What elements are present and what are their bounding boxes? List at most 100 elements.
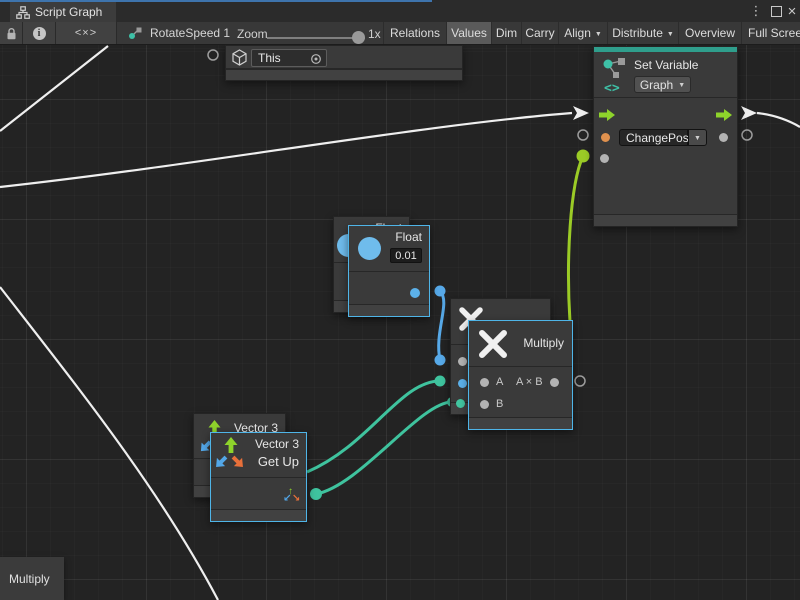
chevron-down-icon: ▼ (694, 135, 701, 142)
info-icon: i (33, 27, 46, 40)
object-picker-icon[interactable] (310, 53, 322, 65)
node-vector3-get-up[interactable]: Vector 3 Get Up ↑ ↙ ↘ (210, 432, 307, 522)
graph-canvas[interactable]: This <> (0, 45, 800, 600)
variable-name-port[interactable] (601, 133, 610, 142)
button-label: Distribute (612, 26, 663, 40)
info-button[interactable]: i (23, 22, 56, 44)
node-title: Float (395, 230, 422, 244)
port-outline-setvariable-right[interactable] (742, 130, 752, 140)
multiply-back-port-out[interactable] (456, 399, 465, 408)
graph-toolbar: i <×> RotateSpeed 1 Zoom 1x Relations Va… (0, 22, 800, 45)
port-outline-setvariable-left[interactable] (578, 130, 588, 140)
button-label: Full Screen (748, 26, 800, 40)
float-output-port[interactable] (410, 288, 420, 298)
port-label-a: A (496, 376, 503, 388)
port-label-b: B (496, 398, 503, 410)
zoom-slider-handle[interactable] (352, 31, 365, 44)
wire-white-offscreen-top (0, 46, 108, 131)
button-label: Relations (390, 26, 440, 40)
toolbar-button-values[interactable]: Values (446, 22, 491, 44)
wire-endpoint-teal[interactable] (310, 488, 322, 500)
button-label: Dim (496, 26, 517, 40)
chevron-down-icon: ▼ (595, 31, 602, 38)
wire-endpoint-blue[interactable] (435, 286, 446, 297)
multiply-icon (476, 327, 510, 361)
wire-white-out-right (757, 113, 800, 127)
toolbar-button-dim[interactable]: Dim (491, 22, 521, 44)
window-close-icon[interactable]: × (784, 0, 800, 22)
lock-icon (6, 27, 17, 40)
svg-text:<>: <> (604, 81, 620, 94)
toolbar-button-align[interactable]: Align ▼ (558, 22, 607, 44)
variable-name-value: ChangePos (626, 131, 689, 145)
button-label: Carry (525, 26, 554, 40)
graph-name: RotateSpeed 1 (150, 26, 230, 40)
toolbar-button-fullscreen[interactable]: Full Screen (741, 22, 800, 44)
node-multiply[interactable]: Multiply A A × B B (468, 320, 573, 430)
chevron-down-icon: ▼ (667, 31, 674, 38)
tab-label: Script Graph (35, 5, 102, 19)
multiply-back-port-b[interactable] (458, 379, 467, 388)
multiply-input-a-port[interactable] (480, 378, 489, 387)
mini-downleft-arrow: ↙ (283, 494, 291, 504)
wire-arrow-out-of-set-variable (741, 106, 757, 120)
float-value-field[interactable]: 0.01 (390, 248, 422, 263)
toolbar-button-carry[interactable]: Carry (521, 22, 558, 44)
unity-script-graph-window: Script Graph ⋮ × i <×> RotateSpeed 1 (0, 0, 800, 600)
node-title: Set Variable (634, 58, 698, 72)
node-multiply-corner[interactable]: Multiply (0, 557, 64, 600)
wire-arrow-into-set-variable (573, 106, 589, 120)
lock-button[interactable] (0, 22, 23, 44)
variable-scope-dropdown[interactable]: Graph ▼ (634, 76, 691, 93)
set-variable-icon: <> (601, 56, 629, 94)
window-maximize-icon[interactable] (768, 0, 784, 22)
button-label: Align (564, 26, 591, 40)
wire-white-into-set-variable (0, 113, 572, 187)
wire-endpoint-blue[interactable] (435, 355, 446, 366)
variable-name-field[interactable]: ChangePos (619, 129, 688, 146)
zoom-label: Zoom (237, 27, 268, 41)
multiply-back-port-a[interactable] (458, 357, 467, 366)
chevron-down-icon: ▼ (678, 82, 685, 89)
corner-node-label: Multiply (9, 572, 50, 586)
this-field-value: This (258, 51, 281, 65)
node-title: Multiply (523, 336, 564, 350)
mini-downright-arrow: ↘ (292, 494, 300, 504)
toolbar-button-relations[interactable]: Relations (383, 22, 446, 44)
code-view-button[interactable]: <×> (56, 22, 117, 44)
vector3-downright-arrow-icon (227, 451, 250, 474)
graph-breadcrumb[interactable]: RotateSpeed 1 (128, 22, 230, 44)
wire-endpoint-lime[interactable] (577, 150, 590, 163)
wire-white-offscreen-bottom (0, 287, 218, 600)
wire-endpoint-teal[interactable] (435, 376, 446, 387)
control-output-arrow[interactable] (716, 109, 732, 121)
node-float[interactable]: Float 0.01 (348, 225, 430, 317)
variable-dropdown-button[interactable]: ▼ (688, 129, 707, 146)
scope-value: Graph (640, 78, 673, 92)
multiply-output-port[interactable] (550, 378, 559, 387)
toolbar-button-overview[interactable]: Overview (678, 22, 741, 44)
button-label: Overview (685, 26, 735, 40)
toolbar-button-distribute[interactable]: Distribute ▼ (607, 22, 678, 44)
node-this[interactable]: This (225, 45, 463, 81)
control-input-arrow[interactable] (599, 109, 615, 121)
port-label-result: A × B (516, 376, 543, 388)
title-bar: Script Graph ⋮ × (0, 0, 800, 22)
wire-lime-multiply-to-setvariable (569, 156, 583, 322)
this-object-field[interactable]: This (251, 49, 327, 67)
port-outline-this[interactable] (208, 50, 218, 60)
graph-asset-icon (128, 26, 143, 40)
vector3-output-icon[interactable]: ↑ ↙ ↘ (283, 487, 300, 504)
float-icon (358, 237, 381, 260)
multiply-input-b-port[interactable] (480, 400, 489, 409)
variable-output-port[interactable] (719, 133, 728, 142)
tab-script-graph[interactable]: Script Graph (10, 2, 116, 22)
window-menu-icon[interactable]: ⋮ (748, 0, 764, 22)
node-set-variable[interactable]: <> Set Variable Graph ▼ ChangePos (593, 46, 738, 227)
script-graph-tab-icon (16, 6, 30, 19)
port-outline-multiply-out[interactable] (575, 376, 585, 386)
node-title: Vector 3 (255, 437, 299, 451)
zoom-slider-track[interactable] (267, 37, 365, 39)
code-icon: <×> (75, 27, 97, 39)
value-input-port[interactable] (600, 154, 609, 163)
